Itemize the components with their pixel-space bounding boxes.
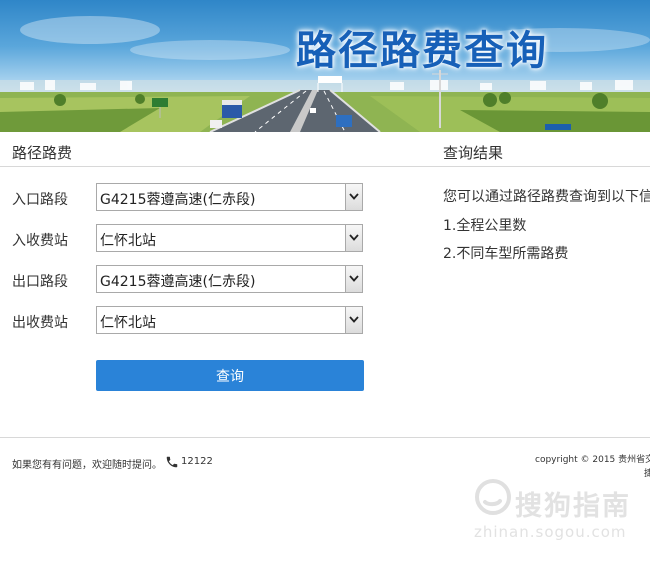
exit-station-row: 出收费站 仁怀北站 [12, 306, 372, 336]
watermark-text: 搜狗指南 [515, 491, 631, 522]
footer-divider [0, 437, 650, 438]
entry-station-value: 仁怀北站 [100, 233, 156, 249]
copyright-text: copyright © 2015 贵州省交 [535, 455, 650, 465]
heading-divider [0, 166, 650, 167]
results-heading: 查询结果 [443, 144, 504, 162]
chevron-down-icon[interactable] [345, 266, 362, 292]
chevron-down-icon[interactable] [345, 225, 362, 251]
query-button[interactable]: 查询 [96, 360, 364, 391]
footer-help-text: 如果您有有问题，欢迎随时提问。 [12, 460, 162, 471]
sogou-logo-icon [475, 479, 511, 515]
chevron-down-icon[interactable] [345, 307, 362, 333]
exit-road-row: 出口路段 G4215蓉遵高速(仁赤段) [12, 265, 372, 295]
entry-road-select[interactable]: G4215蓉遵高速(仁赤段) [96, 183, 363, 211]
exit-station-label: 出收费站 [12, 315, 68, 331]
exit-road-select[interactable]: G4215蓉遵高速(仁赤段) [96, 265, 363, 293]
footer-phone: 12122 [181, 456, 213, 467]
banner-title: 路径路费查询 [296, 28, 548, 74]
form-heading: 路径路费 [12, 144, 73, 162]
exit-road-value: G4215蓉遵高速(仁赤段) [100, 274, 256, 290]
exit-road-label: 出口路段 [12, 274, 68, 290]
exit-station-value: 仁怀北站 [100, 315, 156, 331]
watermark-url: zhinan.sogou.com [474, 523, 627, 541]
entry-station-row: 入收费站 仁怀北站 [12, 224, 372, 254]
entry-road-row: 入口路段 G4215蓉遵高速(仁赤段) [12, 183, 372, 213]
entry-station-select[interactable]: 仁怀北站 [96, 224, 363, 252]
entry-road-label: 入口路段 [12, 192, 68, 208]
entry-road-value: G4215蓉遵高速(仁赤段) [100, 192, 256, 208]
copyright-text-line2: 捷 [644, 469, 650, 479]
chevron-down-icon[interactable] [345, 184, 362, 210]
results-intro: 您可以通过路径路费查询到以下信 [443, 189, 650, 205]
results-item-2: 2.不同车型所需路费 [443, 246, 569, 262]
header-banner: 路径路费查询 [0, 0, 650, 132]
phone-icon [165, 454, 179, 473]
exit-station-select[interactable]: 仁怀北站 [96, 306, 363, 334]
entry-station-label: 入收费站 [12, 233, 68, 249]
results-item-1: 1.全程公里数 [443, 218, 527, 234]
